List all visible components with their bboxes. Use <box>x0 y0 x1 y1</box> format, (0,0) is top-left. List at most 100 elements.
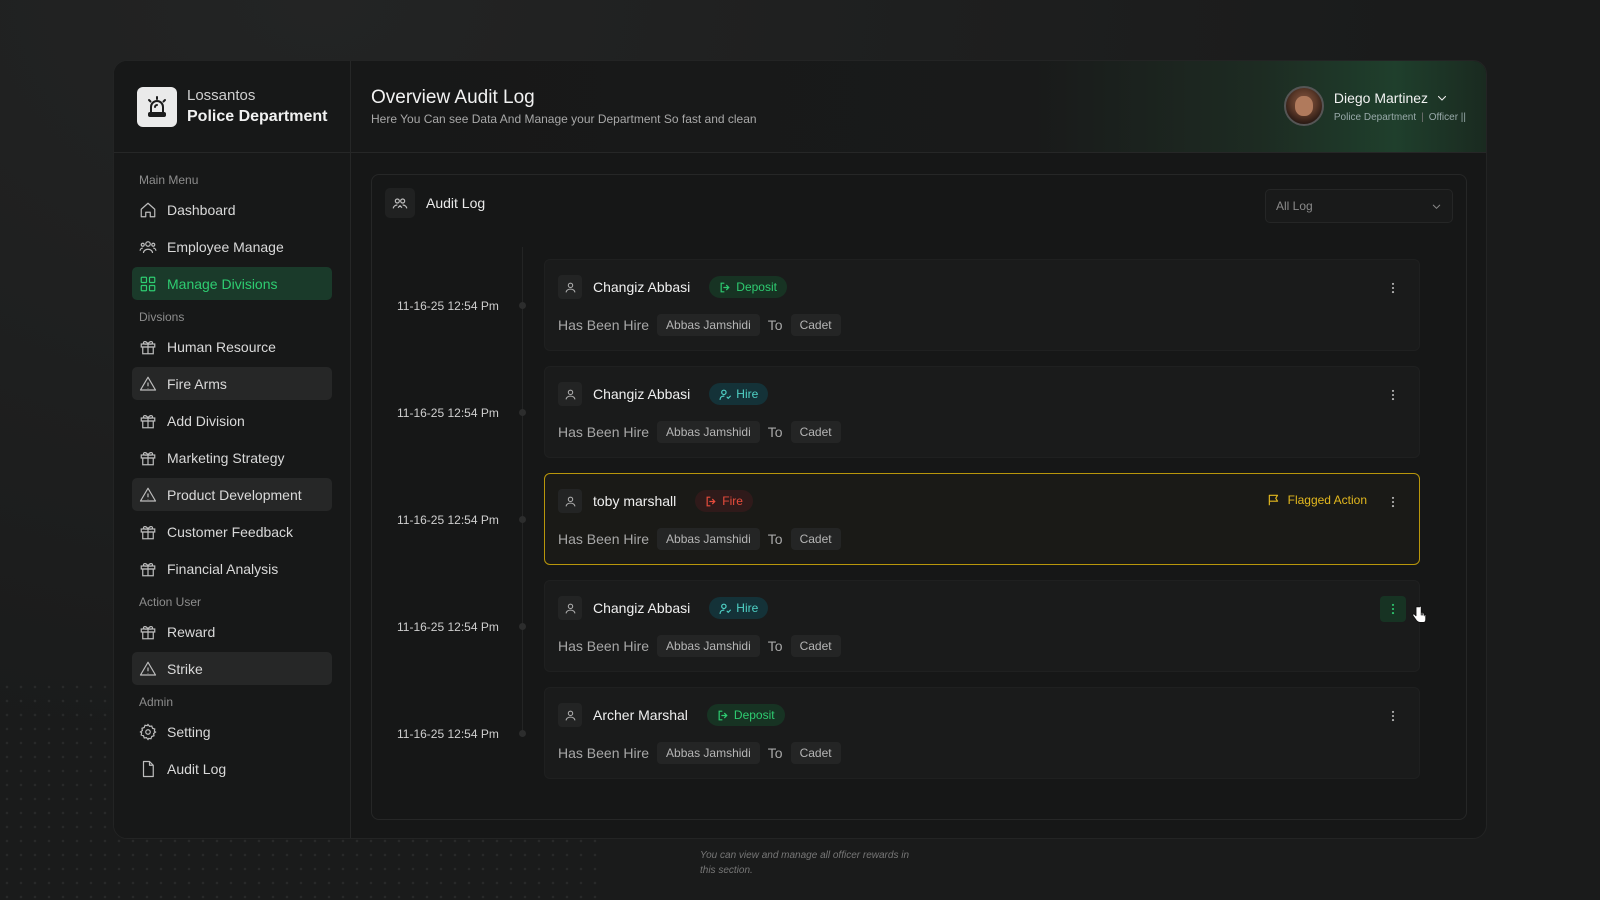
audit-card[interactable]: Changiz Abbasi Deposit Has Been Hire Abb… <box>544 259 1420 351</box>
entry-target-tag: Abbas Jamshidi <box>657 421 760 443</box>
user-menu[interactable]: Diego Martinez Police Department | Officer… <box>1283 86 1466 126</box>
status-badge-label: Hire <box>736 601 759 615</box>
chevron-down-icon[interactable] <box>1436 92 1448 104</box>
status-badge: Deposit <box>706 704 785 726</box>
entry-role-tag: Cadet <box>790 421 841 443</box>
gift-icon <box>140 414 156 428</box>
audit-entry: 11-16-25 12:54 Pm Changiz Abbasi Hire Ha… <box>372 580 1466 672</box>
deposit-icon <box>720 282 730 292</box>
audit-entry: 11-16-25 12:54 Pm Archer Marshal Deposit… <box>372 687 1466 779</box>
gear-icon <box>139 722 157 741</box>
more-vertical-icon <box>1391 496 1395 508</box>
more-vertical-icon <box>1391 603 1395 615</box>
footer-note: You can view and manage all officer rewa… <box>700 850 910 876</box>
gift-icon <box>140 340 156 354</box>
document-icon <box>142 760 154 777</box>
entry-name: Changiz Abbasi <box>593 279 691 295</box>
audit-log-panel: Audit Log All Log 11-16-25 12:54 Pm Chan… <box>371 174 1467 820</box>
main-content: Overview Audit Log Here You Can see Data… <box>351 61 1486 838</box>
sidebar-item-add-division[interactable]: Add Division <box>132 404 332 437</box>
sidebar-item-marketing-strategy[interactable]: Marketing Strategy <box>132 441 332 474</box>
siren-icon <box>137 86 177 127</box>
entry-time: 11-16-25 12:54 Pm <box>397 406 499 420</box>
timeline-dot <box>519 516 526 523</box>
audit-card[interactable]: Changiz Abbasi Hire Has Been Hire Abbas … <box>544 580 1420 672</box>
sidebar-item-fire-arms[interactable]: Fire Arms <box>132 367 332 400</box>
entry-name: Archer Marshal <box>593 707 688 723</box>
sidebar-item-manage-divisions[interactable]: Manage Divisions <box>132 267 332 300</box>
sidebar-item-label: Add Division <box>167 412 245 429</box>
more-vertical-icon <box>1391 710 1395 722</box>
avatar[interactable] <box>1283 86 1324 126</box>
gift-icon <box>140 525 156 539</box>
sidebar-item-human-resource[interactable]: Human Resource <box>132 330 332 363</box>
user-meta: Police Department | Officer || <box>1334 112 1466 123</box>
entry-time: 11-16-25 12:54 Pm <box>397 620 499 634</box>
entry-to: To <box>767 531 783 547</box>
status-badge: Fire <box>695 490 753 512</box>
flagged-action[interactable]: Flagged Action <box>1267 493 1367 507</box>
status-badge-label: Deposit <box>736 280 777 294</box>
entry-to: To <box>767 317 783 333</box>
user-name: Diego Martinez <box>1333 89 1429 106</box>
entry-role-tag: Cadet <box>790 314 841 336</box>
entry-time: 11-16-25 12:54 Pm <box>397 513 499 527</box>
audit-card[interactable]: Changiz Abbasi Hire Has Been Hire Abbas … <box>544 366 1420 458</box>
user-rank: Officer || <box>1428 111 1466 123</box>
status-badge-label: Fire <box>722 494 743 508</box>
sidebar-item-product-development[interactable]: Product Development <box>132 478 332 511</box>
sidebar-item-employee-manage[interactable]: Employee Manage <box>132 230 332 263</box>
sidebar-item-setting[interactable]: Setting <box>132 715 332 748</box>
user-icon <box>558 382 582 406</box>
sidebar-item-reward[interactable]: Reward <box>132 615 332 648</box>
audit-card-flagged[interactable]: toby marshall Fire Flagged Action Has Be… <box>544 473 1420 565</box>
status-badge-label: Deposit <box>733 708 775 722</box>
entry-target-tag: Abbas Jamshidi <box>657 742 760 764</box>
more-vertical-icon <box>1391 282 1395 294</box>
audit-entry: 11-16-25 12:54 Pm Changiz Abbasi Deposit… <box>372 259 1466 351</box>
sidebar-item-customer-feedback[interactable]: Customer Feedback <box>132 515 332 548</box>
more-menu-button[interactable] <box>1380 596 1406 622</box>
sidebar-item-label: Strike <box>167 660 203 677</box>
users-icon <box>139 240 157 253</box>
sidebar: Lossantos Police Department Main Menu Da… <box>114 61 351 838</box>
sidebar-item-audit-log[interactable]: Audit Log <box>132 752 332 785</box>
more-menu-button[interactable] <box>1380 382 1406 408</box>
log-filter-select[interactable]: All Log <box>1265 189 1453 223</box>
sidebar-item-label: Audit Log <box>167 760 227 777</box>
status-badge: Hire <box>709 383 769 405</box>
entry-name: toby marshall <box>593 493 677 509</box>
sidebar-item-dashboard[interactable]: Dashboard <box>132 193 332 226</box>
sidebar-item-label: Reward <box>167 623 216 640</box>
flag-icon <box>1268 494 1278 506</box>
more-menu-button[interactable] <box>1380 275 1406 301</box>
sidebar-item-label: Human Resource <box>167 338 276 355</box>
brand[interactable]: Lossantos Police Department <box>114 61 350 153</box>
sidebar-item-label: Setting <box>167 723 211 740</box>
more-menu-button[interactable] <box>1380 703 1406 729</box>
entry-role-tag: Cadet <box>790 528 841 550</box>
fire-exit-icon <box>706 496 716 506</box>
warning-icon <box>139 376 157 391</box>
entry-to: To <box>767 745 783 761</box>
users-icon <box>385 188 415 218</box>
nav-section-admin: Admin <box>139 695 174 709</box>
flagged-action-label: Flagged Action <box>1287 493 1367 507</box>
entry-to: To <box>767 424 783 440</box>
user-icon <box>558 275 582 299</box>
more-menu-button[interactable] <box>1380 489 1406 515</box>
user-meta-separator: | <box>1421 111 1424 123</box>
sidebar-item-financial-analysis[interactable]: Financial Analysis <box>132 552 332 585</box>
deposit-icon <box>718 710 728 720</box>
page-subtitle: Here You Can see Data And Manage your De… <box>371 112 757 126</box>
user-check-icon <box>719 389 732 400</box>
sidebar-nav: Main Menu Dashboard Employee Manage Mana… <box>114 153 350 785</box>
sidebar-item-strike[interactable]: Strike <box>132 652 332 685</box>
sidebar-item-label: Marketing Strategy <box>167 449 285 466</box>
log-filter-value: All Log <box>1276 199 1313 213</box>
warning-icon <box>139 487 157 502</box>
entry-action: Has Been Hire <box>558 745 650 761</box>
entry-action: Has Been Hire <box>558 531 650 547</box>
home-icon <box>140 202 156 217</box>
audit-card[interactable]: Archer Marshal Deposit Has Been Hire Abb… <box>544 687 1420 779</box>
